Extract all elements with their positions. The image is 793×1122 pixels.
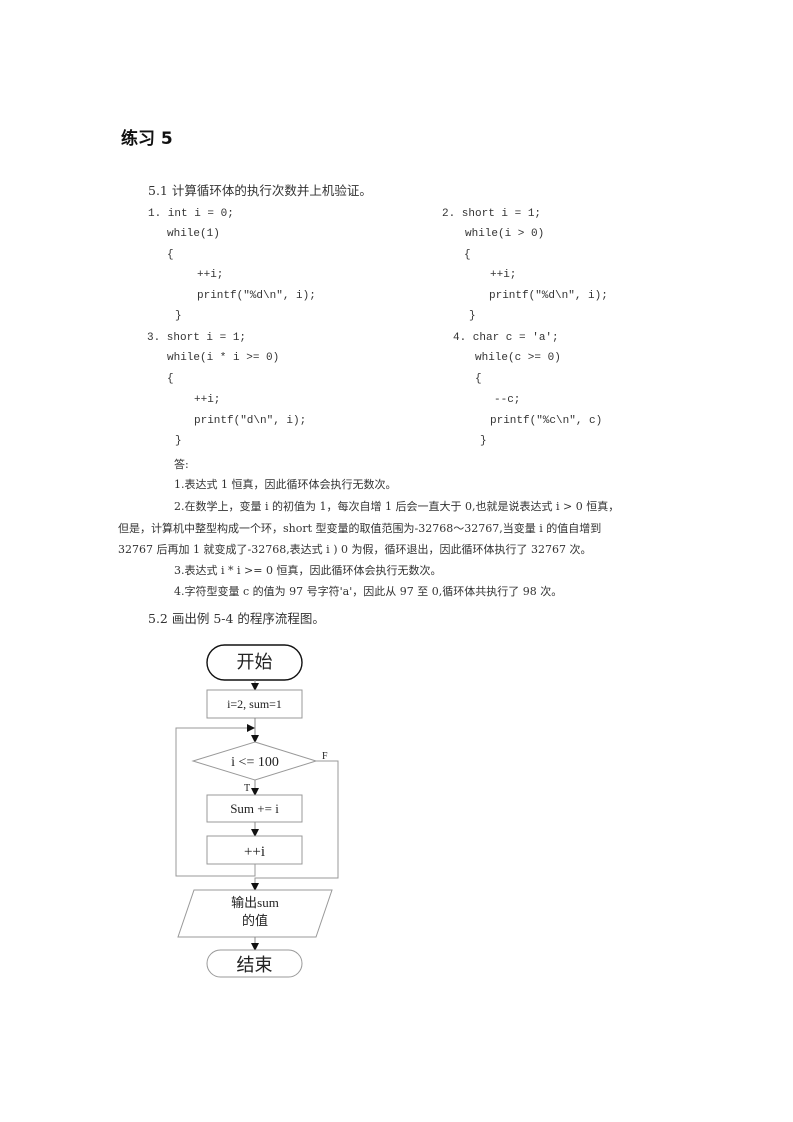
output-label-line1: 输出sum (231, 895, 279, 910)
end-terminal: 结束 (206, 949, 303, 978)
start-terminal: 开始 (206, 644, 303, 681)
condition-label: i <= 100 (231, 755, 279, 770)
output-parallelogram: 输出sum 的值 (177, 889, 333, 938)
sum-box: Sum += i (206, 794, 303, 823)
flowchart: 开始 i=2, sum=1 i <= 100 F T Sum += i ++i … (175, 644, 339, 978)
end-label: 结束 (237, 955, 273, 975)
increment-box: ++i (206, 835, 303, 865)
increment-label: ++i (244, 844, 265, 860)
false-label: F (322, 751, 328, 762)
true-label: T (244, 783, 250, 794)
init-label: i=2, sum=1 (227, 697, 282, 711)
start-label: 开始 (237, 652, 273, 672)
condition-diamond: i <= 100 (191, 741, 318, 781)
output-label-line2: 的值 (242, 913, 268, 928)
sum-label: Sum += i (230, 801, 279, 816)
init-box: i=2, sum=1 (206, 689, 303, 719)
false-branch-arrow (251, 760, 339, 891)
